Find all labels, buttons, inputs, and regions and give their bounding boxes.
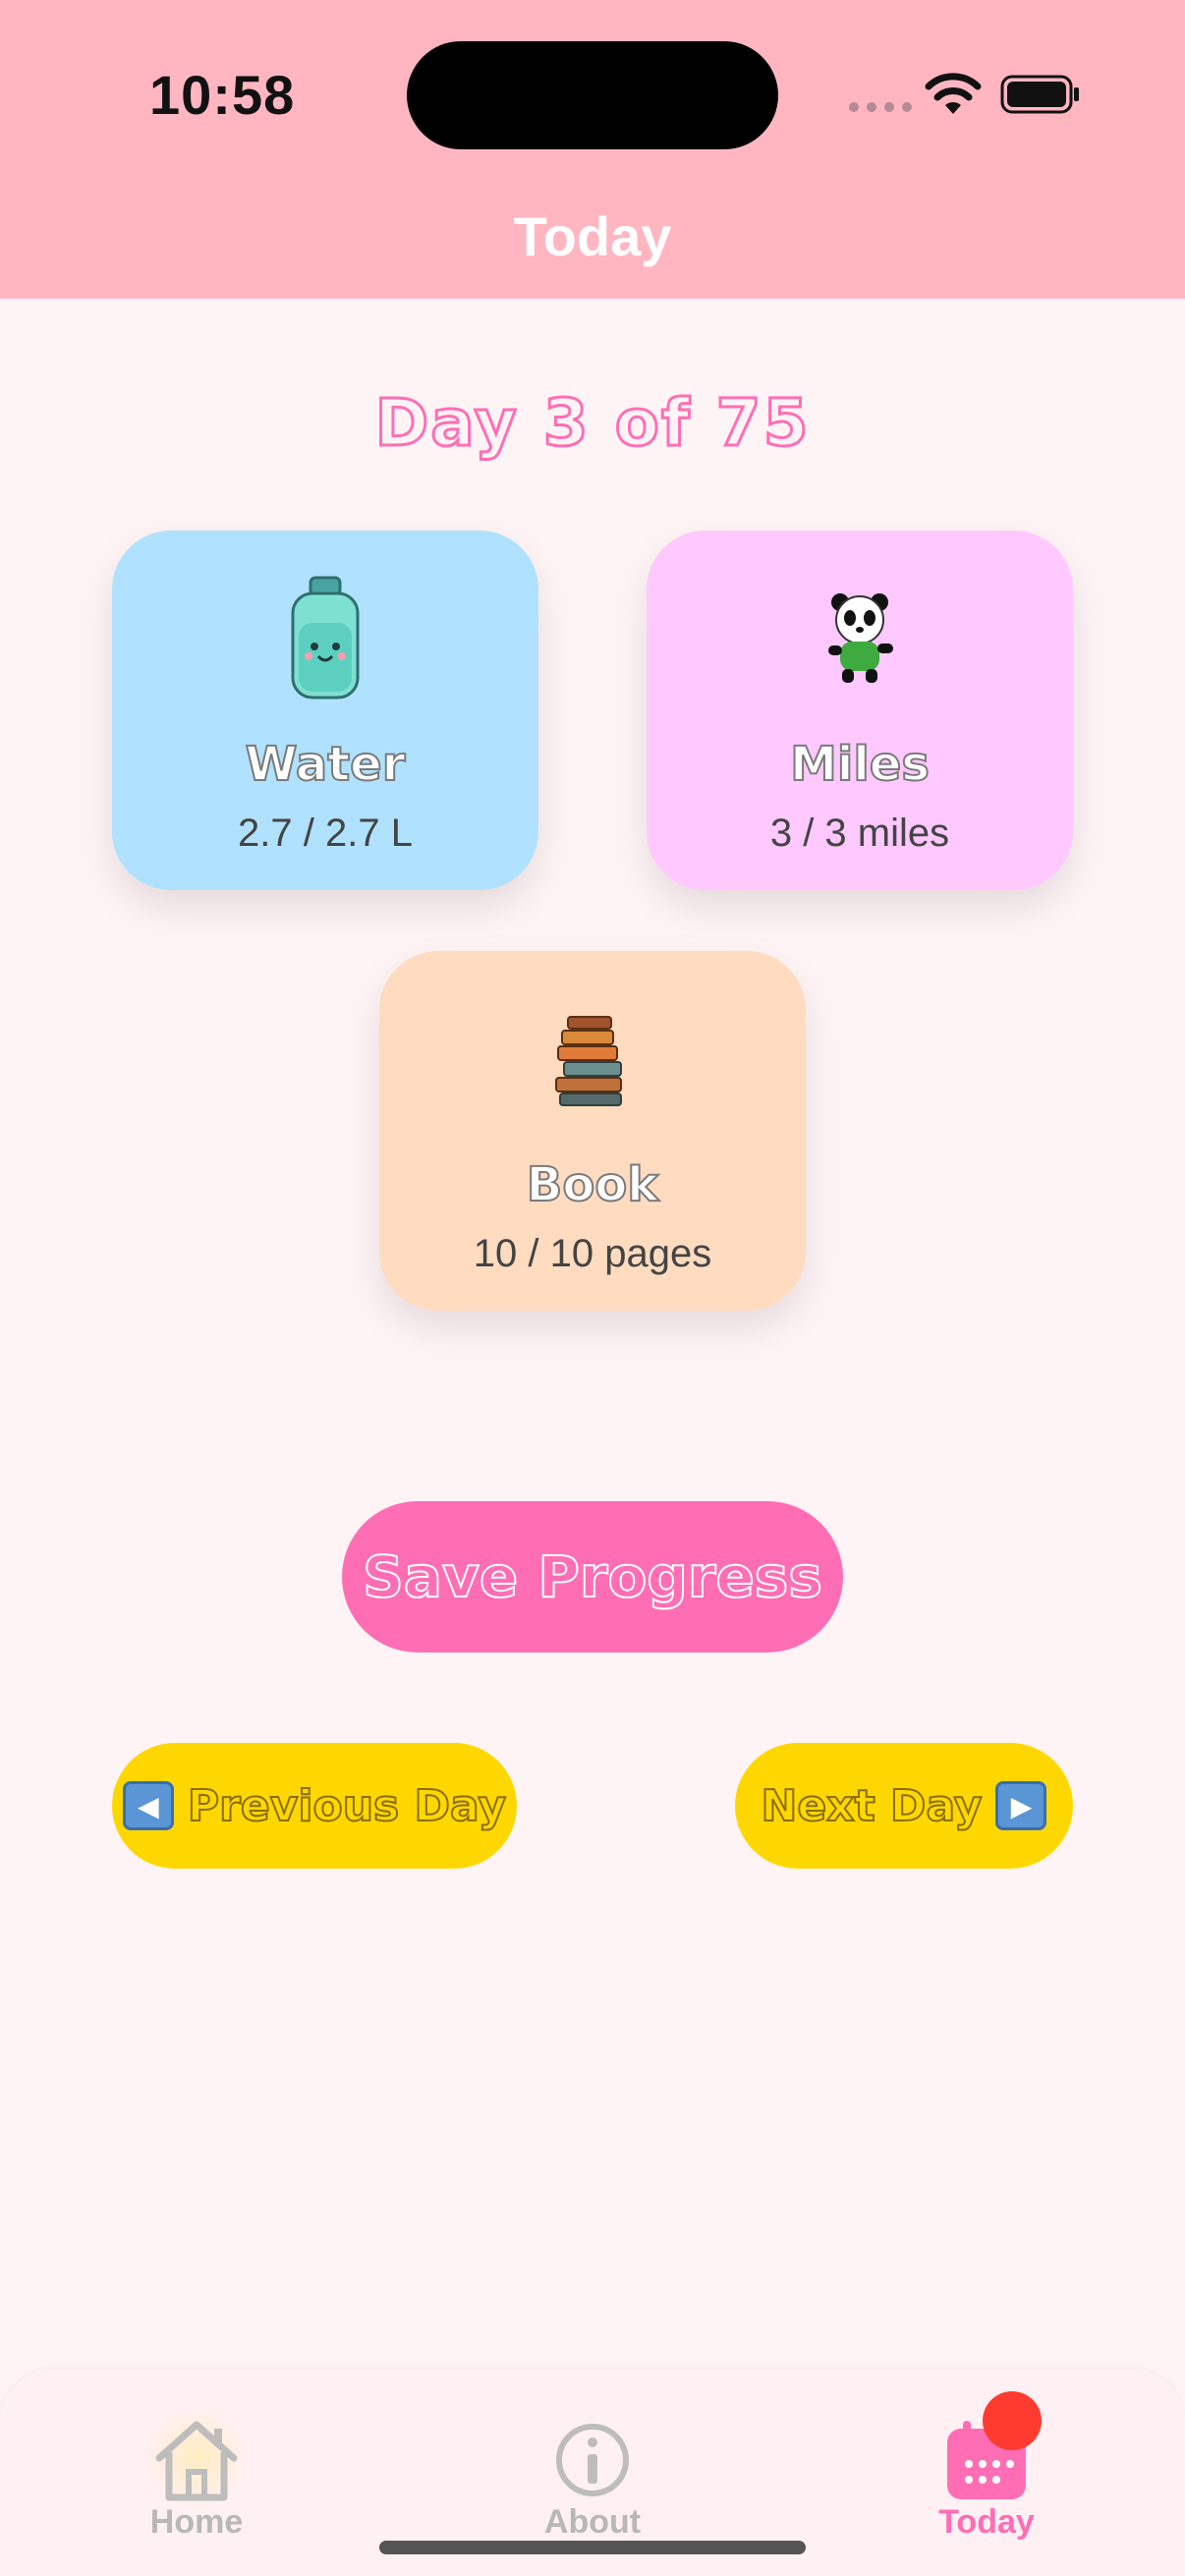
tab-home-label: Home	[149, 2503, 244, 2541]
miles-value: 3 / 3 miles	[769, 812, 950, 855]
header: 10:58 Today	[0, 0, 1185, 299]
previous-day-button[interactable]: ◀ Previous Day	[112, 1743, 517, 1869]
battery-icon	[1000, 75, 1079, 114]
house-icon	[155, 2421, 238, 2501]
miles-card[interactable]: Miles 3 / 3 miles	[647, 531, 1073, 890]
right-arrow-icon: ▶	[995, 1781, 1047, 1830]
water-value: 2.7 / 2.7 L	[238, 812, 413, 855]
tab-today-label: Today	[938, 2503, 1035, 2541]
day-progress-title: Day 3 of 75	[373, 384, 811, 463]
book-value: 10 / 10 pages	[473, 1232, 712, 1275]
today-screen: 10:58 Today Day 3 of 75 Water 2.7 / 2.7 …	[0, 0, 1185, 2576]
previous-day-label: Previous Day	[187, 1780, 507, 1832]
water-label: Water	[245, 736, 407, 793]
tab-home[interactable]: Home	[79, 2409, 314, 2541]
save-progress-button[interactable]: Save Progress	[342, 1501, 843, 1652]
wifi-icon	[925, 73, 982, 114]
book-card[interactable]: Book 10 / 10 pages	[379, 951, 806, 1311]
miles-label: Miles	[789, 736, 931, 793]
notification-badge	[983, 2391, 1042, 2450]
tab-about-label: About	[543, 2503, 642, 2541]
next-day-label: Next Day	[761, 1780, 984, 1832]
info-icon	[556, 2424, 629, 2496]
panda-icon	[828, 593, 893, 683]
dynamic-island	[407, 41, 778, 149]
home-indicator	[379, 2541, 806, 2554]
left-arrow-icon: ◀	[122, 1781, 174, 1830]
page-title: Today	[513, 205, 672, 267]
cellular-signal-icon	[849, 102, 912, 112]
next-day-button[interactable]: Next Day ▶	[735, 1743, 1073, 1869]
status-time: 10:58	[149, 64, 296, 126]
book-label: Book	[526, 1156, 659, 1213]
books-icon	[555, 1016, 622, 1106]
tab-about[interactable]: About	[475, 2409, 710, 2541]
water-bottle-icon	[291, 576, 360, 700]
water-card[interactable]: Water 2.7 / 2.7 L	[112, 531, 538, 890]
